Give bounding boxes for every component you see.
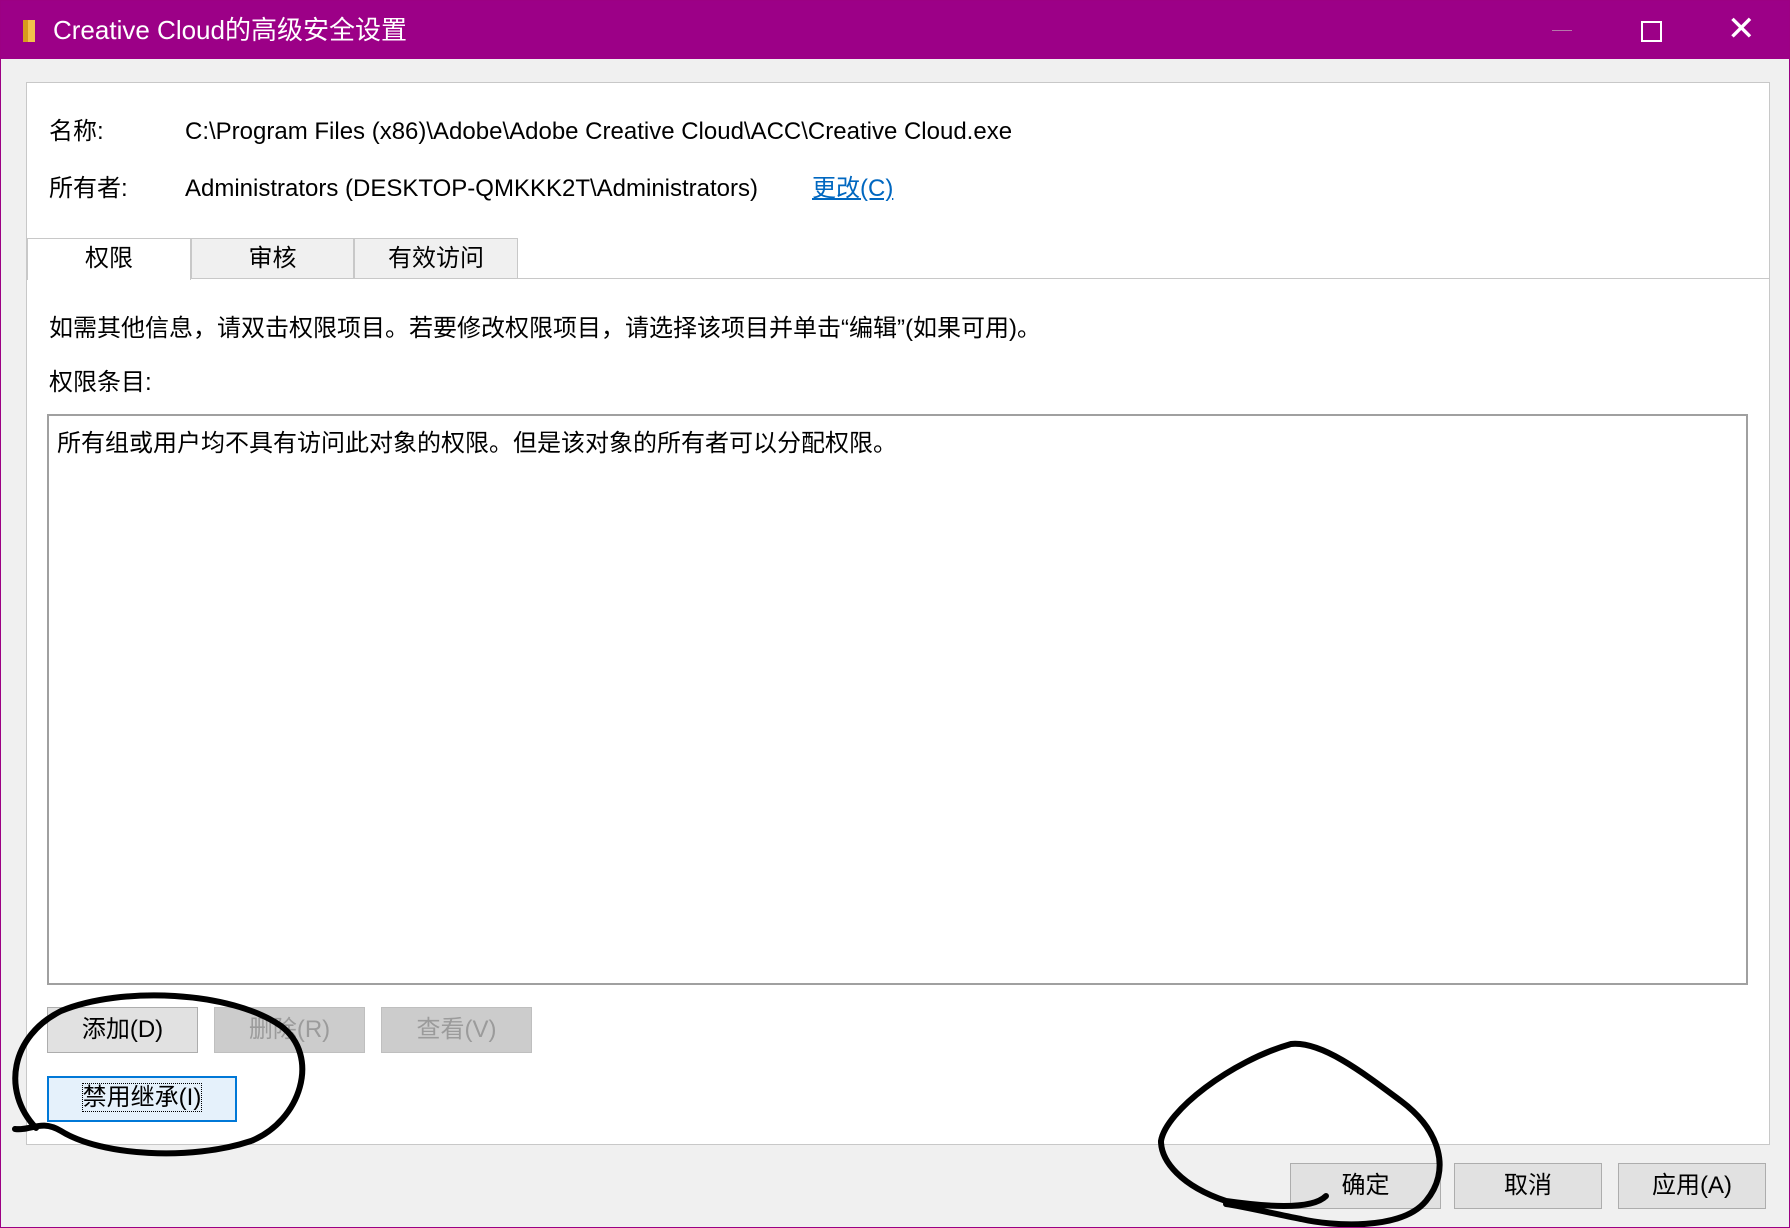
close-icon: ✕ [1727,9,1756,49]
ok-button[interactable]: 确定 [1290,1163,1441,1209]
tab-permissions[interactable]: 权限 [27,238,191,280]
minimize-icon [1552,30,1572,31]
tab-auditing[interactable]: 审核 [191,238,354,278]
cancel-button[interactable]: 取消 [1454,1163,1602,1209]
add-button[interactable]: 添加(D) [47,1007,198,1053]
disable-inheritance-button[interactable]: 禁用继承(I) [47,1076,237,1122]
maximize-icon [1641,21,1662,42]
name-value: C:\Program Files (x86)\Adobe\Adobe Creat… [185,118,1013,145]
name-label: 名称: [49,118,104,145]
owner-value: Administrators (DESKTOP-QMKKK2T\Administ… [185,175,759,202]
disable-inheritance-label: 禁用继承(I) [81,1083,203,1112]
view-button[interactable]: 查看(V) [381,1007,532,1053]
apply-button[interactable]: 应用(A) [1618,1163,1766,1209]
security-panel: 名称: C:\Program Files (x86)\Adobe\Adobe C… [26,82,1770,1145]
permission-entries-label: 权限条目: [49,369,152,396]
permission-entries-list[interactable]: 所有组或用户均不具有访问此对象的权限。但是该对象的所有者可以分配权限。 [47,414,1748,985]
change-owner-link[interactable]: 更改(C) [812,173,893,205]
folder-icon [23,20,35,42]
remove-button[interactable]: 删除(R) [214,1007,365,1053]
owner-label: 所有者: [49,175,128,202]
minimize-button[interactable] [1517,1,1607,59]
advanced-security-window: Creative Cloud的高级安全设置 ✕ 名称: C:\Program F… [0,0,1790,1228]
maximize-button[interactable] [1605,1,1695,59]
title-bar[interactable]: Creative Cloud的高级安全设置 ✕ [1,1,1789,59]
window-title: Creative Cloud的高级安全设置 [53,15,407,45]
close-button[interactable]: ✕ [1697,1,1787,59]
tab-effective-access[interactable]: 有效访问 [354,238,518,278]
permissions-hint: 如需其他信息，请双击权限项目。若要修改权限项目，请选择该项目并单击“编辑”(如果… [49,315,1041,342]
empty-list-message: 所有组或用户均不具有访问此对象的权限。但是该对象的所有者可以分配权限。 [57,430,897,457]
